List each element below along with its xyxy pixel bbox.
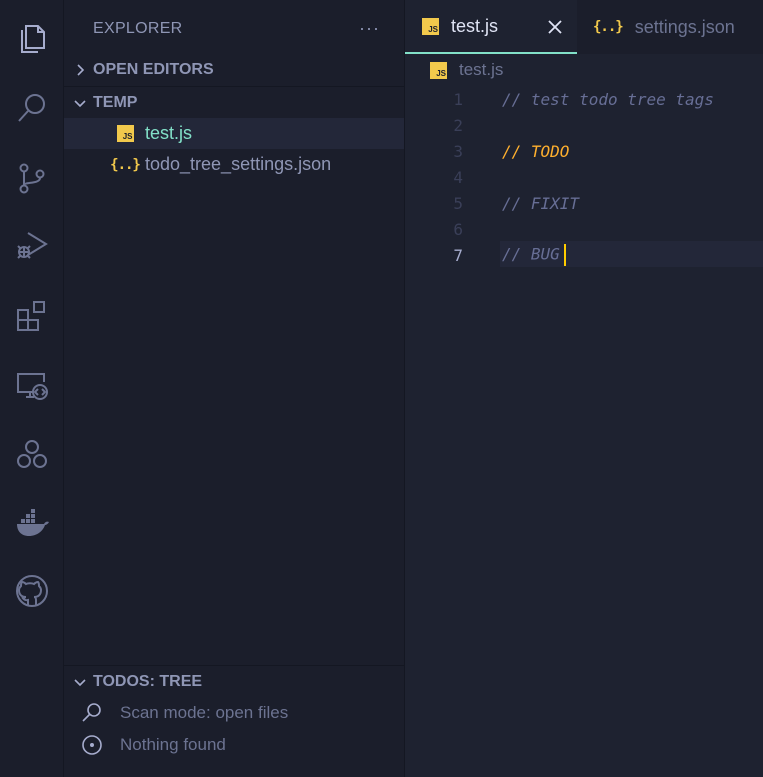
run-debug-icon[interactable] <box>0 218 64 270</box>
todos-tree-label: TODOS: TREE <box>93 673 203 690</box>
search-icon[interactable] <box>0 82 64 134</box>
tab-label: settings.json <box>634 16 735 37</box>
code-line[interactable]: 5 // FIXIT <box>405 190 763 216</box>
chevron-right-icon <box>72 62 88 78</box>
sidebar-title: EXPLORER <box>93 20 183 37</box>
line-number: 3 <box>453 141 463 161</box>
github-icon[interactable] <box>0 565 64 617</box>
open-editors-label: OPEN EDITORS <box>93 61 214 78</box>
code-line[interactable]: 6 <box>405 216 763 242</box>
code-text: // test todo tree tags <box>502 89 714 109</box>
editor: JS test.js {..} settings.json JS test.js… <box>405 0 763 777</box>
code-line[interactable]: 1 // test todo tree tags <box>405 86 763 112</box>
tab-bar: JS test.js {..} settings.json <box>405 0 763 54</box>
code-line-current[interactable]: 7 // BUG <box>405 242 763 268</box>
extensions-icon[interactable] <box>0 290 64 342</box>
tab-label: test.js <box>451 15 499 36</box>
line-number: 7 <box>453 245 463 265</box>
code-text-todo: // TODO <box>502 141 570 161</box>
line-number: 6 <box>453 219 463 239</box>
accounts-circles-icon[interactable] <box>0 428 64 480</box>
code-line[interactable]: 4 <box>405 164 763 190</box>
breadcrumb-file: test.js <box>459 60 504 79</box>
file-name: test.js <box>145 123 193 143</box>
folder-header[interactable]: TEMP <box>64 87 404 119</box>
code-line[interactable]: 3 // TODO <box>405 138 763 164</box>
json-file-icon: {..} <box>110 156 141 173</box>
file-item-todo-tree-settings[interactable]: {..} todo_tree_settings.json <box>64 149 404 180</box>
line-number: 5 <box>453 193 463 213</box>
search-icon <box>80 701 104 725</box>
todo-scan-mode-item[interactable]: Scan mode: open files <box>64 697 404 729</box>
file-name: todo_tree_settings.json <box>145 154 332 174</box>
code-text: // FIXIT <box>502 193 580 213</box>
close-icon[interactable] <box>545 17 565 37</box>
text-cursor <box>563 244 566 266</box>
info-icon <box>80 733 104 757</box>
remote-explorer-icon[interactable] <box>0 358 64 410</box>
code-line[interactable]: 2 <box>405 112 763 138</box>
todo-nothing-found-item[interactable]: Nothing found <box>64 729 404 761</box>
todo-item-label: Scan mode: open files <box>120 703 289 722</box>
todo-item-label: Nothing found <box>120 735 226 754</box>
breadcrumb[interactable]: JS test.js <box>430 58 503 82</box>
line-number: 4 <box>453 167 463 187</box>
file-item-test-js[interactable]: JS test.js <box>64 118 404 149</box>
code-text-wrapper: // BUG <box>502 244 566 266</box>
json-file-icon: {..} <box>593 19 624 35</box>
javascript-file-icon: JS <box>422 17 439 35</box>
open-editors-header[interactable]: OPEN EDITORS <box>64 54 404 86</box>
folder-label: TEMP <box>93 94 138 111</box>
chevron-down-icon <box>72 674 88 690</box>
javascript-file-icon: JS <box>116 125 134 142</box>
more-actions-icon[interactable]: ··· <box>359 18 380 39</box>
explorer-icon[interactable] <box>0 12 64 64</box>
tab-test-js[interactable]: JS test.js <box>405 0 577 54</box>
docker-icon[interactable] <box>0 497 64 549</box>
javascript-file-icon: JS <box>430 61 447 79</box>
line-number: 2 <box>453 115 463 135</box>
chevron-down-icon <box>72 95 88 111</box>
code-text: // BUG <box>502 244 560 264</box>
tab-settings-json[interactable]: {..} settings.json <box>577 0 763 54</box>
line-number: 1 <box>453 89 463 109</box>
todos-tree-header[interactable]: TODOS: TREE <box>64 666 404 698</box>
activity-bar <box>0 0 64 777</box>
source-control-icon[interactable] <box>0 152 64 204</box>
explorer-sidebar: EXPLORER ··· OPEN EDITORS TEMP JS test.j… <box>64 0 405 777</box>
